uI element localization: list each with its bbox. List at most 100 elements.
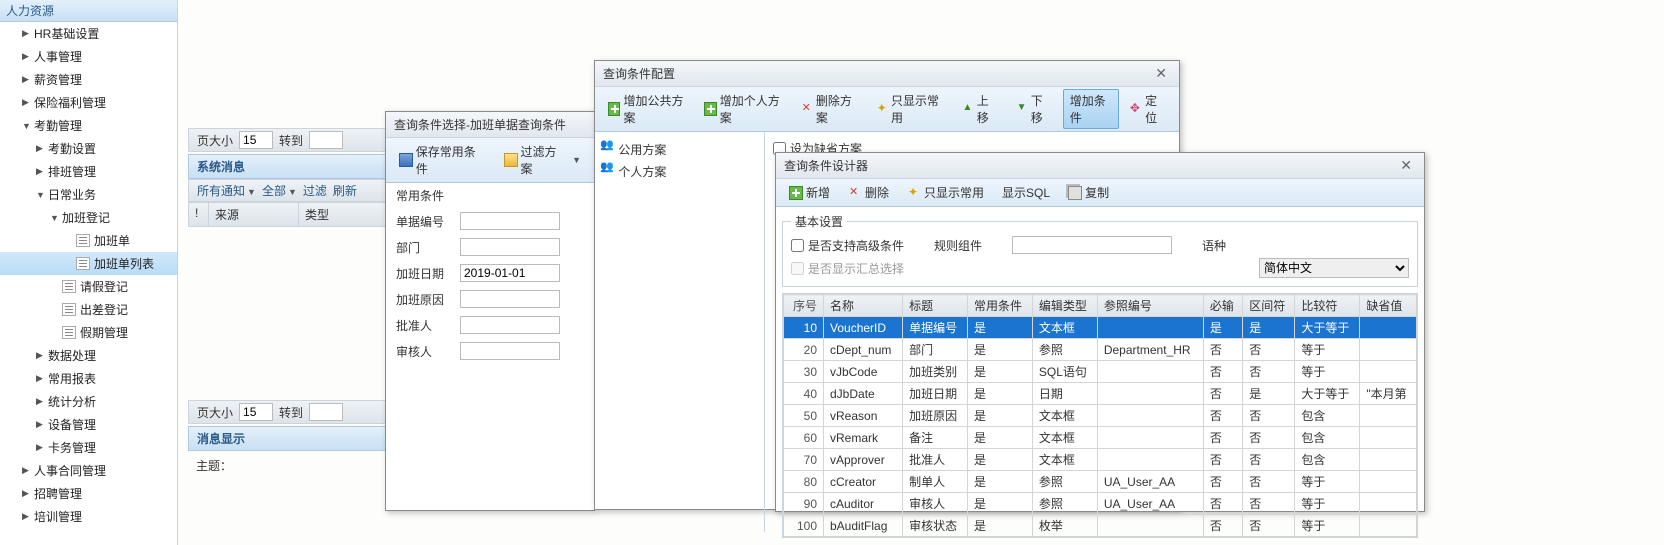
col-name[interactable]: 名称 — [824, 295, 903, 317]
goto-input[interactable] — [309, 131, 343, 149]
delete-plan-button[interactable]: 删除方案 — [794, 89, 865, 129]
col-source[interactable]: 来源 — [209, 203, 299, 226]
sidebar-item[interactable]: ▶HR基础设置 — [0, 22, 177, 45]
sidebar-item[interactable]: ▶人事合同管理 — [0, 459, 177, 482]
col-edit[interactable]: 编辑类型 — [1032, 295, 1097, 317]
refresh-link[interactable]: 刷新 — [333, 182, 357, 199]
dept-input[interactable] — [460, 238, 560, 256]
personal-plan-node[interactable]: 个人方案 — [601, 160, 758, 182]
table-row[interactable]: 60vRemark备注是文本框否否包含 — [784, 427, 1417, 449]
filter-plan-button[interactable]: 过滤方案▼ — [497, 140, 588, 180]
sidebar-item[interactable]: ▶考勤设置 — [0, 137, 177, 160]
add-button[interactable]: 新增 — [782, 181, 837, 204]
adv-check[interactable]: 是否支持高级条件 — [791, 237, 904, 254]
col-range[interactable]: 区间符 — [1243, 295, 1295, 317]
table-row[interactable]: 30vJbCode加班类别是SQL语句否否等于 — [784, 361, 1417, 383]
sidebar-item[interactable]: ▶常用报表 — [0, 367, 177, 390]
designer-window-title[interactable]: 查询条件设计器✕ — [776, 153, 1424, 179]
filter-window-title[interactable]: 查询条件选择-加班单据查询条件 — [386, 112, 594, 138]
table-row[interactable]: 80cCreator制单人是参照UA_User_AA否否等于 — [784, 471, 1417, 493]
sidebar-item[interactable]: 加班单列表 — [0, 252, 177, 275]
close-icon[interactable]: ✕ — [1151, 65, 1171, 82]
filter-window-toolbar: 保存常用条件 过滤方案▼ — [386, 138, 594, 183]
locate-button[interactable]: 定位 — [1123, 89, 1173, 129]
public-plan-node[interactable]: 公用方案 — [601, 138, 758, 160]
filter-link[interactable]: 过滤 — [303, 182, 327, 199]
sidebar-item[interactable]: ▼考勤管理 — [0, 114, 177, 137]
delete-button[interactable]: 删除 — [841, 181, 896, 204]
sidebar-item[interactable]: ▶保险福利管理 — [0, 91, 177, 114]
add-condition-button[interactable]: 增加条件 — [1063, 89, 1119, 129]
sidebar-item[interactable]: 出差登记 — [0, 298, 177, 321]
designer-toolbar: 新增 删除 只显示常用 显示SQL 复制 — [776, 179, 1424, 207]
table-row[interactable]: 10VoucherID单据编号是文本框是是大于等于 — [784, 317, 1417, 339]
sidebar-item[interactable]: ▶人事管理 — [0, 45, 177, 68]
table-row[interactable]: 40dJbDate加班日期是日期否是大于等于"本月第 — [784, 383, 1417, 405]
reason-input[interactable] — [460, 290, 560, 308]
close-icon[interactable]: ✕ — [1396, 157, 1416, 174]
copy-icon — [1068, 186, 1082, 200]
show-common-button2[interactable]: 只显示常用 — [900, 181, 991, 204]
page-size-input-b[interactable] — [239, 403, 273, 421]
wand-icon — [876, 102, 888, 116]
page-size-input[interactable] — [239, 131, 273, 149]
col-common[interactable]: 常用条件 — [968, 295, 1033, 317]
save-common-button[interactable]: 保存常用条件 — [392, 140, 493, 180]
plus-icon — [704, 102, 716, 116]
rule-input[interactable] — [1012, 236, 1172, 254]
field-approver: 批准人 — [386, 312, 594, 338]
lang-select[interactable]: 简体中文 — [1259, 258, 1409, 278]
col-ref[interactable]: 参照编号 — [1097, 295, 1203, 317]
goto-label-b: 转到 — [279, 404, 303, 421]
sidebar-item[interactable]: 假期管理 — [0, 321, 177, 344]
col-seq[interactable]: 序号 — [784, 295, 824, 317]
all-notify-dd[interactable]: 所有通知▼ — [197, 182, 256, 199]
doc-icon — [76, 234, 90, 247]
query-designer-window: 查询条件设计器✕ 新增 删除 只显示常用 显示SQL 复制 基本设置 是否支持高… — [775, 152, 1425, 512]
show-common-button[interactable]: 只显示常用 — [869, 89, 951, 129]
col-cmp[interactable]: 比较符 — [1295, 295, 1360, 317]
col-req[interactable]: 必输 — [1203, 295, 1242, 317]
goto-input-b[interactable] — [309, 403, 343, 421]
move-up-button[interactable]: 上移 — [955, 89, 1005, 129]
col-bang[interactable]: ! — [189, 203, 209, 226]
add-personal-button[interactable]: 增加个人方案 — [697, 89, 789, 129]
plan-tree: 公用方案 个人方案 — [595, 132, 765, 532]
config-toolbar: 增加公共方案 增加个人方案 删除方案 只显示常用 上移 下移 增加条件 定位 — [595, 87, 1179, 132]
sidebar-item[interactable]: ▶设备管理 — [0, 413, 177, 436]
sidebar-item[interactable]: ▼日常业务 — [0, 183, 177, 206]
table-row[interactable]: 90cAuditor审核人是参照UA_User_AA否否等于 — [784, 493, 1417, 515]
locate-icon — [1130, 102, 1142, 116]
all-dd[interactable]: 全部▼ — [262, 182, 297, 199]
sidebar-item[interactable]: ▶招聘管理 — [0, 482, 177, 505]
add-public-button[interactable]: 增加公共方案 — [601, 89, 693, 129]
sidebar-item[interactable]: 加班单 — [0, 229, 177, 252]
sidebar-item[interactable]: ▶统计分析 — [0, 390, 177, 413]
table-row[interactable]: 100bAuditFlag审核状态是枚举否否等于 — [784, 515, 1417, 537]
sidebar-item[interactable]: ▶卡务管理 — [0, 436, 177, 459]
sidebar-item[interactable]: ▶排班管理 — [0, 160, 177, 183]
table-row[interactable]: 50vReason加班原因是文本框否否包含 — [784, 405, 1417, 427]
people-icon — [601, 140, 615, 154]
date-input[interactable] — [460, 264, 560, 282]
col-title[interactable]: 标题 — [903, 295, 968, 317]
sidebar-item[interactable]: 请假登记 — [0, 275, 177, 298]
approver-input[interactable] — [460, 316, 560, 334]
voucher-input[interactable] — [460, 212, 560, 230]
auditor-input[interactable] — [460, 342, 560, 360]
show-sql-button[interactable]: 显示SQL — [995, 181, 1057, 204]
table-row[interactable]: 70vApprover批准人是文本框否否包含 — [784, 449, 1417, 471]
table-row[interactable]: 20cDept_num部门是参照Department_HR否否等于 — [784, 339, 1417, 361]
sidebar-item[interactable]: ▶薪资管理 — [0, 68, 177, 91]
sidebar-item[interactable]: ▶数据处理 — [0, 344, 177, 367]
conditions-grid[interactable]: 序号名称标题常用条件编辑类型参照编号必输区间符比较符缺省值 10VoucherI… — [782, 293, 1418, 538]
sum-check: 是否显示汇总选择 — [791, 260, 904, 277]
copy-button[interactable]: 复制 — [1061, 181, 1116, 204]
delete-icon — [801, 102, 813, 116]
config-window-title[interactable]: 查询条件配置✕ — [595, 61, 1179, 87]
sidebar-item[interactable]: ▼加班登记 — [0, 206, 177, 229]
move-down-button[interactable]: 下移 — [1009, 89, 1059, 129]
doc-icon — [62, 303, 76, 316]
sidebar-item[interactable]: ▶培训管理 — [0, 505, 177, 528]
col-def[interactable]: 缺省值 — [1360, 295, 1417, 317]
